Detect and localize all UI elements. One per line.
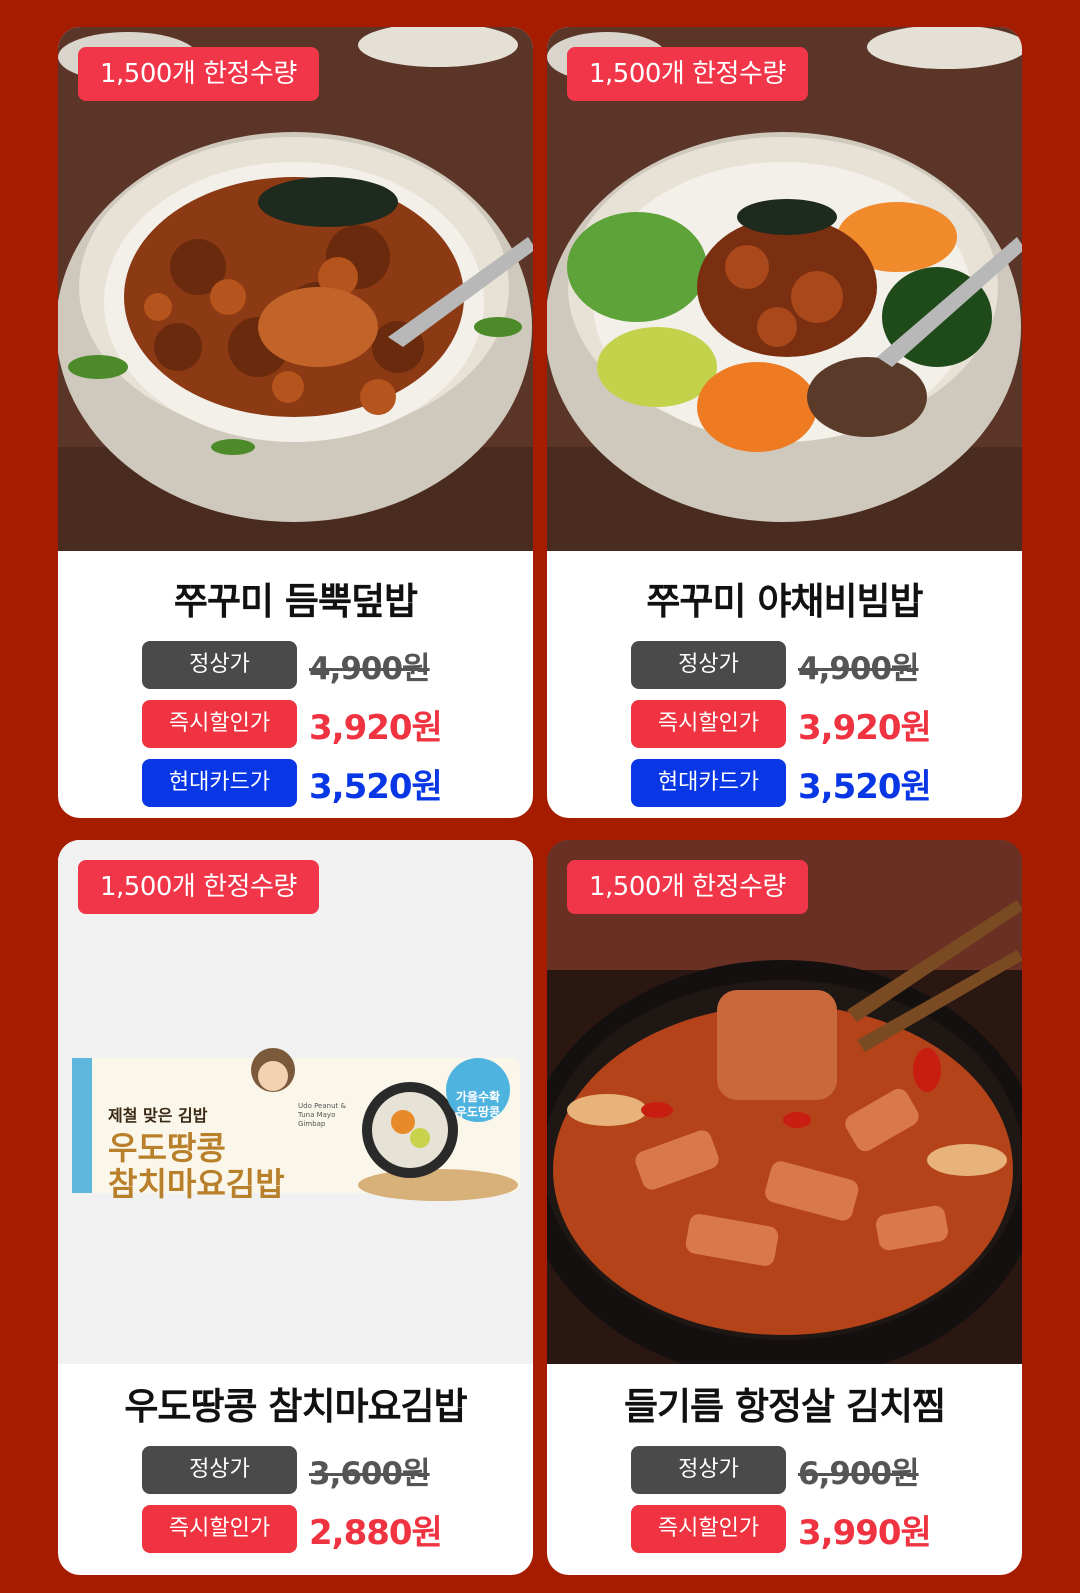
discount-price-row: 즉시할인가 2,880원 [58, 1504, 533, 1554]
regular-price-label: 정상가 [631, 641, 786, 689]
regular-price-row: 정상가 4,900원 [547, 640, 1022, 690]
discount-price-label: 즉시할인가 [142, 700, 297, 748]
regular-price: 6,900원 [798, 1455, 920, 1492]
discount-price-row: 즉시할인가 3,990원 [547, 1504, 1022, 1554]
discount-price: 3,920원 [798, 707, 932, 748]
discount-price: 2,880원 [309, 1512, 443, 1553]
product-photo-jjukkumi-bibimbap[interactable]: 1,500개 한정수량 [547, 27, 1022, 551]
jjukkumi-bowl-image [58, 27, 533, 551]
package-line2: 우도땅콩 [108, 1129, 226, 1167]
product-card-3[interactable]: 제철 맞은 김밥 우도땅콩 참치마요김밥 Udo Peanut & Tuna M… [58, 840, 533, 1575]
product-info: 우도땅콩 참치마요김밥 정상가 3,600원 즉시할인가 2,880원 [58, 1378, 533, 1554]
harvest-seal: 가을수확 우도땅콩 [447, 1070, 509, 1120]
hyundai-card-price: 3,520원 [309, 766, 443, 807]
package-line3: 참치마요김밥 [108, 1165, 285, 1203]
product-card-1[interactable]: 1,500개 한정수량 쭈꾸미 듬뿍덮밥 정상가 4,900원 즉시할인가 3,… [58, 27, 533, 818]
product-card-4[interactable]: 1,500개 한정수량 들기름 항정살 김치찜 정상가 6,900원 즉시할인가… [547, 840, 1022, 1575]
bibimbap-bowl-image [547, 27, 1022, 551]
card-price-row: 현대카드가 3,520원 [547, 758, 1022, 808]
hyundai-card-price-label: 현대카드가 [631, 759, 786, 807]
discount-price: 3,990원 [798, 1512, 932, 1553]
product-card-2[interactable]: 1,500개 한정수량 쭈꾸미 야채비빔밥 정상가 4,900원 즉시할인가 3… [547, 27, 1022, 818]
discount-price-label: 즉시할인가 [631, 700, 786, 748]
product-photo-jjukkumi-rice-bowl[interactable]: 1,500개 한정수량 [58, 27, 533, 551]
regular-price-row: 정상가 3,600원 [58, 1445, 533, 1495]
regular-price-label: 정상가 [142, 1446, 297, 1494]
seal-line1: 가을수확 [455, 1090, 501, 1104]
hyundai-card-price: 3,520원 [798, 766, 932, 807]
regular-price-row: 정상가 6,900원 [547, 1445, 1022, 1495]
package-line1: 제철 맞은 김밥 [108, 1106, 208, 1125]
regular-price-row: 정상가 4,900원 [58, 640, 533, 690]
limited-quantity-badge: 1,500개 한정수량 [567, 47, 808, 101]
limited-quantity-badge: 1,500개 한정수량 [567, 860, 808, 914]
product-grid: 1,500개 한정수량 쭈꾸미 듬뿍덮밥 정상가 4,900원 즉시할인가 3,… [0, 0, 1080, 1593]
product-name[interactable]: 쭈꾸미 듬뿍덮밥 [58, 573, 533, 631]
seal-line2: 우도땅콩 [455, 1105, 501, 1119]
discount-price-row: 즉시할인가 3,920원 [58, 699, 533, 749]
regular-price-label: 정상가 [142, 641, 297, 689]
discount-price-label: 즉시할인가 [142, 1505, 297, 1553]
product-info: 들기름 항정살 김치찜 정상가 6,900원 즉시할인가 3,990원 [547, 1378, 1022, 1554]
regular-price: 4,900원 [798, 650, 920, 687]
product-photo-kimchi-jjim[interactable]: 1,500개 한정수량 [547, 840, 1022, 1364]
regular-price: 4,900원 [309, 650, 431, 687]
limited-quantity-badge: 1,500개 한정수량 [78, 47, 319, 101]
regular-price-label: 정상가 [631, 1446, 786, 1494]
kimchi-jjim-image [547, 840, 1022, 1364]
product-photo-udo-peanut-gimbap[interactable]: 제철 맞은 김밥 우도땅콩 참치마요김밥 Udo Peanut & Tuna M… [58, 840, 533, 1364]
product-name[interactable]: 우도땅콩 참치마요김밥 [58, 1378, 533, 1436]
discount-price-label: 즉시할인가 [631, 1505, 786, 1553]
discount-price-row: 즉시할인가 3,920원 [547, 699, 1022, 749]
package-text: 제철 맞은 김밥 우도땅콩 참치마요김밥 [108, 1102, 285, 1202]
card-price-row: 현대카드가 3,520원 [58, 758, 533, 808]
regular-price: 3,600원 [309, 1455, 431, 1492]
product-name[interactable]: 들기름 항정살 김치찜 [547, 1378, 1022, 1436]
product-name[interactable]: 쭈꾸미 야채비빔밥 [547, 573, 1022, 631]
discount-price: 3,920원 [309, 707, 443, 748]
package-english: Udo Peanut & Tuna Mayo Gimbap [298, 1102, 346, 1128]
hyundai-card-price-label: 현대카드가 [142, 759, 297, 807]
product-info: 쭈꾸미 야채비빔밥 정상가 4,900원 즉시할인가 3,920원 현대카드가 … [547, 573, 1022, 808]
limited-quantity-badge: 1,500개 한정수량 [78, 860, 319, 914]
product-info: 쭈꾸미 듬뿍덮밥 정상가 4,900원 즉시할인가 3,920원 현대카드가 3… [58, 573, 533, 808]
